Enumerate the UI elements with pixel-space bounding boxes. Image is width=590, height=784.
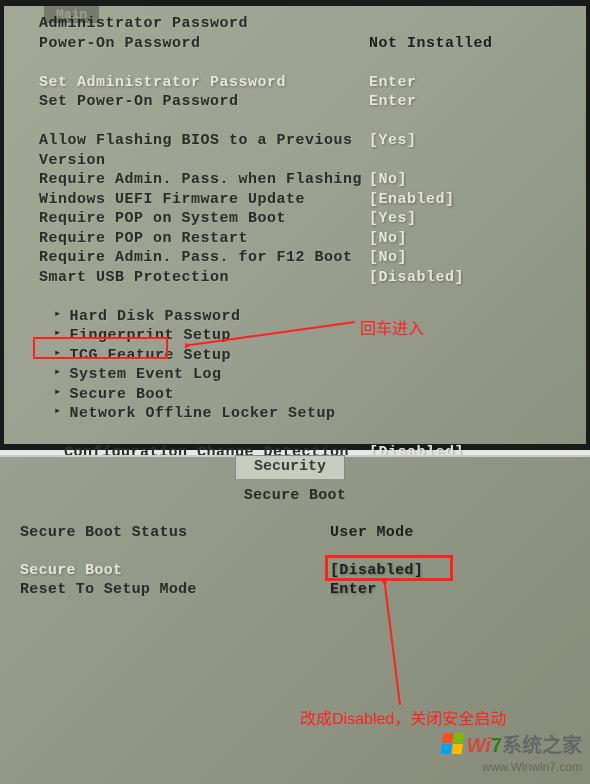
setting-set-poweron-password[interactable]: Set Power-On Password Enter — [39, 92, 576, 112]
tab-main-partial: Main — [44, 6, 99, 23]
submenu-secure-boot[interactable]: Secure Boot — [39, 385, 576, 405]
setting-admin-password[interactable]: Administrator Password — [39, 14, 576, 34]
tab-security[interactable]: Security — [235, 455, 345, 479]
setting-uefi-firmware-update[interactable]: Windows UEFI Firmware Update [Enabled] — [39, 190, 576, 210]
setting-set-admin-password[interactable]: Set Administrator Password Enter — [39, 73, 576, 93]
setting-reset-to-setup-mode[interactable]: Reset To Setup Mode Enter — [20, 581, 570, 598]
bios-settings-list: Administrator Password Power-On Password… — [4, 6, 586, 492]
setting-require-pop-restart[interactable]: Require POP on Restart [No] — [39, 229, 576, 249]
annotation-text-1: 回车进入 — [360, 315, 424, 339]
setting-secure-boot-status: Secure Boot Status User Mode — [20, 524, 570, 541]
watermark-url: www.Winwin7.com — [442, 760, 582, 774]
setting-require-admin-flashing[interactable]: Require Admin. Pass. when Flashing [No] — [39, 170, 576, 190]
windows-flag-icon — [440, 733, 464, 754]
submenu-network-offline-locker[interactable]: Network Offline Locker Setup — [39, 404, 576, 424]
setting-require-admin-f12[interactable]: Require Admin. Pass. for F12 Boot [No] — [39, 248, 576, 268]
submenu-tcg-feature-setup[interactable]: TCG Feature Setup — [39, 346, 576, 366]
setting-version-cont: Version — [39, 151, 576, 171]
setting-poweron-password[interactable]: Power-On Password Not Installed — [39, 34, 576, 54]
submenu-fingerprint-setup[interactable]: Fingerprint Setup — [39, 326, 576, 346]
setting-smart-usb-protection[interactable]: Smart USB Protection [Disabled] — [39, 268, 576, 288]
annotation-text-2: 改成Disabled，关闭安全启动 — [300, 705, 506, 729]
bios-security-screen: Main Administrator Password Power-On Pas… — [0, 0, 590, 450]
watermark-brand: Wi7系统之家 — [467, 729, 582, 758]
setting-allow-flashing[interactable]: Allow Flashing BIOS to a Previous [Yes] — [39, 131, 576, 151]
submenu-system-event-log[interactable]: System Event Log — [39, 365, 576, 385]
page-title-secure-boot: Secure Boot — [20, 487, 570, 504]
submenu-hard-disk-password[interactable]: Hard Disk Password — [39, 307, 576, 327]
watermark: Wi7系统之家 www.Winwin7.com — [442, 729, 582, 774]
setting-require-pop-boot[interactable]: Require POP on System Boot [Yes] — [39, 209, 576, 229]
setting-secure-boot-toggle[interactable]: Secure Boot [Disabled] — [20, 562, 570, 579]
